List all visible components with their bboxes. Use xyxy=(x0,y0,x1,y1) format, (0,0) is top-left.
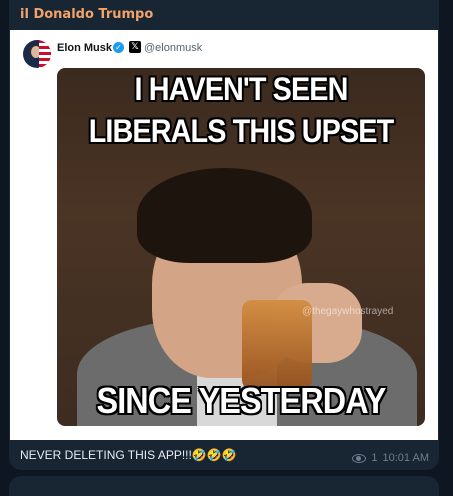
post-handle: @elonmusk xyxy=(144,42,203,54)
meme-bottom-line: SINCE YESTERDAY xyxy=(96,380,386,421)
message-time: 10:01 AM xyxy=(382,452,429,464)
meme-top-line-2: LIBERALS THIS UPSET xyxy=(88,113,394,149)
x-logo-icon: 𝕏 xyxy=(129,41,141,53)
avatar[interactable] xyxy=(23,40,51,68)
meme-watermark: @thegaywhostrayed xyxy=(302,306,394,317)
eye-icon xyxy=(352,453,367,463)
embedded-post[interactable]: Elon Musk ✓ 𝕏 @elonmusk @thegaywhostraye… xyxy=(10,30,438,440)
post-author: Elon Musk xyxy=(57,42,113,54)
next-message-bubble[interactable] xyxy=(9,476,439,496)
meme-image[interactable]: @thegaywhostrayed I HAVEN'T SEEN LIBERAL… xyxy=(57,68,425,426)
message-caption: NEVER DELETING THIS APP!!!🤣🤣🤣 xyxy=(20,448,237,462)
message-bubble[interactable]: il Donaldo Trumpo Elon Musk ✓ 𝕏 @elonmus… xyxy=(9,0,439,470)
sender-name[interactable]: il Donaldo Trumpo xyxy=(20,7,153,22)
verified-badge-icon: ✓ xyxy=(113,42,124,53)
message-meta: 1 10:01 AM xyxy=(352,452,429,464)
meme-top-line-1: I HAVEN'T SEEN xyxy=(134,71,349,107)
view-count: 1 xyxy=(371,452,378,464)
